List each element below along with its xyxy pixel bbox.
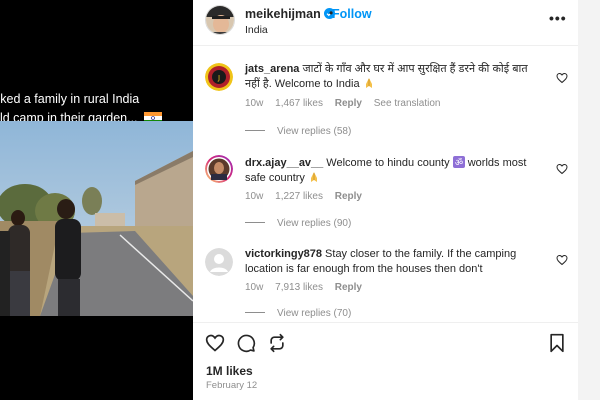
commenter-avatar[interactable] — [205, 155, 233, 183]
comment-meta: 10w 7,913 likes Reply — [245, 282, 371, 293]
svg-text:J: J — [217, 74, 220, 82]
folded-hands-icon — [310, 172, 317, 182]
om-icon: ॐ — [452, 156, 465, 169]
view-replies-link[interactable]: View replies (58) — [245, 126, 351, 137]
svg-text:ॐ: ॐ — [455, 158, 463, 169]
comment-meta: 10w 1,467 likes Reply See translation — [245, 98, 449, 109]
comment-meta: 10w 1,227 likes Reply — [245, 191, 371, 202]
replies-dash — [245, 130, 265, 131]
video-frame[interactable] — [0, 121, 193, 316]
comment-username[interactable]: victorkingy878 — [245, 248, 322, 260]
view-replies-text[interactable]: View replies (90) — [277, 218, 351, 229]
comment-username[interactable]: jats_arena — [245, 63, 299, 75]
like-heart-icon[interactable] — [205, 333, 225, 353]
post-media[interactable]: sked a family in rural India uld camp in… — [0, 0, 193, 400]
comment-age: 10w — [245, 282, 264, 293]
author-avatar[interactable] — [205, 5, 235, 35]
follow-button[interactable]: Follow — [332, 7, 372, 21]
comment-age: 10w — [245, 98, 264, 109]
reply-button[interactable]: Reply — [335, 191, 362, 202]
view-replies-text[interactable]: View replies (58) — [277, 126, 351, 137]
commenter-avatar-image — [205, 155, 233, 183]
replies-dash — [245, 222, 265, 223]
post-date: February 12 — [206, 380, 258, 391]
view-replies-text[interactable]: View replies (70) — [277, 308, 351, 319]
comment-body-before: Welcome to hindu county — [326, 157, 450, 169]
save-bookmark-icon[interactable] — [547, 333, 567, 353]
comment-text: jats_arena जाटों के गाँव और घर में आप सुर… — [245, 62, 545, 92]
like-comment-heart-icon[interactable] — [556, 72, 568, 84]
reply-button[interactable]: Reply — [335, 282, 362, 293]
view-replies-link[interactable]: View replies (70) — [245, 308, 351, 319]
folded-hands-icon — [365, 78, 372, 88]
reply-button[interactable]: Reply — [335, 98, 362, 109]
post-location[interactable]: India — [245, 24, 268, 36]
author-avatar-image — [206, 6, 234, 34]
comment-age: 10w — [245, 191, 264, 202]
post-like-count[interactable]: 1M likes — [206, 364, 253, 378]
replies-dash — [245, 312, 265, 313]
author-username-text[interactable]: meikehijman — [245, 7, 321, 21]
comment-like-count[interactable]: 7,913 likes — [275, 282, 323, 293]
see-translation-link[interactable]: See translation — [374, 98, 441, 109]
comment-like-count[interactable]: 1,227 likes — [275, 191, 323, 202]
post-header: meikehijman • Follow India ••• — [193, 0, 578, 44]
view-replies-link[interactable]: View replies (90) — [245, 218, 351, 229]
caption-line-1: sked a family in rural India — [0, 92, 140, 106]
like-comment-heart-icon[interactable] — [556, 163, 568, 175]
actions-divider — [193, 322, 578, 323]
post-side-panel: meikehijman • Follow India ••• J jats_ar… — [193, 0, 578, 400]
page-gutter — [578, 0, 600, 400]
header-divider — [193, 45, 578, 46]
author-username[interactable]: meikehijman — [245, 7, 335, 21]
comment-bubble-icon[interactable] — [236, 333, 256, 353]
commenter-avatar[interactable] — [205, 248, 233, 276]
comment-like-count[interactable]: 1,467 likes — [275, 98, 323, 109]
comment-text: drx.ajay__av__ Welcome to hindu county ॐ … — [245, 156, 545, 186]
comment-text: victorkingy878 Stay closer to the family.… — [245, 247, 545, 277]
more-options-button[interactable]: ••• — [549, 10, 567, 26]
commenter-avatar[interactable]: J — [205, 63, 233, 91]
repost-icon[interactable] — [267, 333, 287, 353]
default-avatar-icon — [205, 248, 233, 276]
comment-username[interactable]: drx.ajay__av__ — [245, 157, 323, 169]
like-comment-heart-icon[interactable] — [556, 254, 568, 266]
commenter-avatar-image: J — [205, 63, 233, 91]
